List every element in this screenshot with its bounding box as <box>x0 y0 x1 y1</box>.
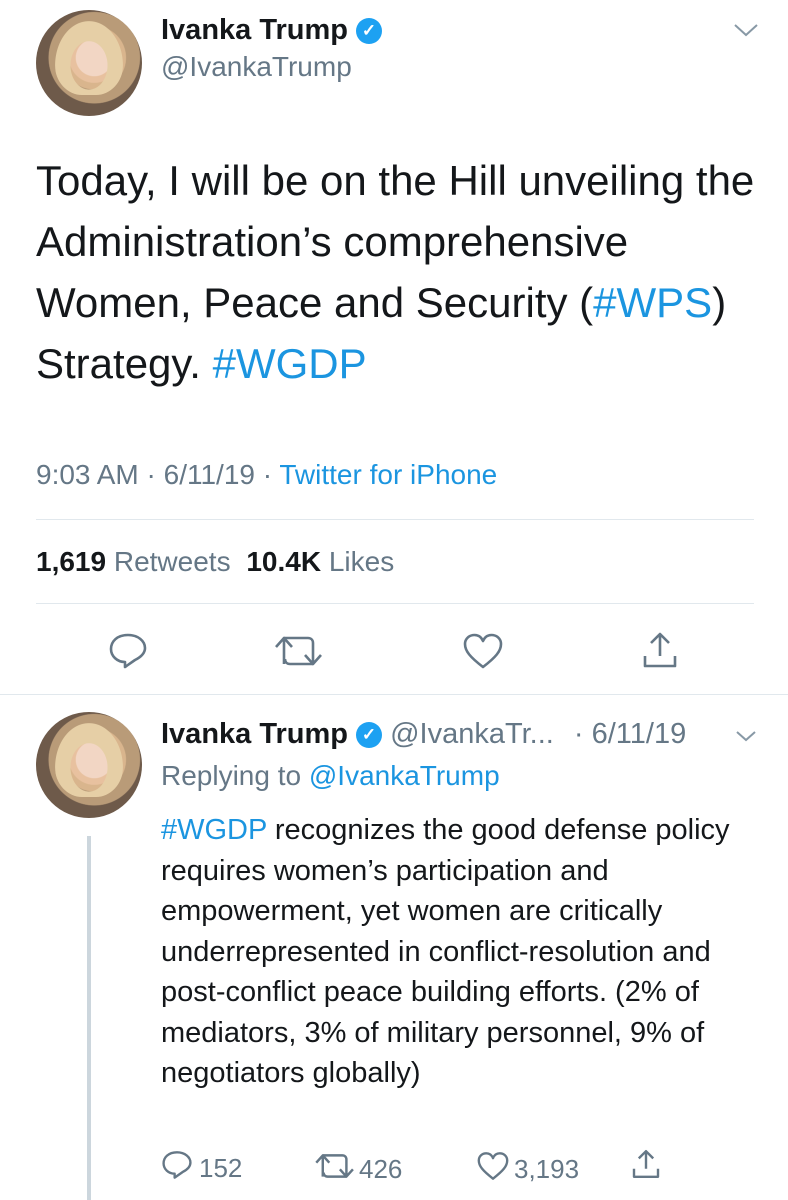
like-icon[interactable] <box>462 632 504 670</box>
likes-label: Likes <box>328 546 395 577</box>
tweet-time: 9:03 AM <box>36 459 139 490</box>
divider <box>36 519 754 520</box>
handle[interactable]: @IvankaTrump <box>161 50 352 84</box>
likes-count: 10.4K <box>246 546 322 577</box>
reply-date: · 6/11/19 <box>573 718 687 750</box>
avatar[interactable] <box>36 10 142 116</box>
timestamp-row: 9:03 AM · 6/11/19 · Twitter for iPhone <box>36 456 497 494</box>
separator: · <box>262 459 273 490</box>
verified-icon: ✓ <box>356 722 383 749</box>
replying-handle[interactable]: @IvankaTrump <box>309 760 500 791</box>
thread-line <box>87 836 91 1200</box>
hashtag-wgdp[interactable]: #WGDP <box>161 814 267 846</box>
reply-count: 152 <box>199 1153 243 1183</box>
chevron-down-icon[interactable] <box>735 729 757 743</box>
share-icon[interactable] <box>630 1147 662 1186</box>
reply-action-like[interactable]: 3,193 <box>476 1151 579 1188</box>
retweet-count: 426 <box>359 1154 403 1184</box>
reply-header: Ivanka Trump ✓ @IvankaTr... · 6/11/19 <box>161 715 686 753</box>
likes-stat[interactable]: 10.4K Likes <box>246 546 394 577</box>
reply-body: recognizes the good defense policy requi… <box>161 814 730 1089</box>
chevron-down-icon[interactable] <box>733 22 759 38</box>
reply-icon <box>161 1150 193 1187</box>
retweets-label: Retweets <box>113 546 231 577</box>
reply-text: #WGDP recognizes the good defense policy… <box>161 810 761 1094</box>
reply-avatar[interactable] <box>36 712 142 818</box>
tweet-author[interactable]: Ivanka Trump ✓ <box>161 12 383 48</box>
share-icon[interactable] <box>640 630 680 670</box>
like-count: 3,193 <box>514 1154 580 1184</box>
reply-icon[interactable] <box>108 632 148 670</box>
like-icon <box>476 1151 510 1188</box>
separator: · <box>146 459 156 490</box>
retweets-count: 1,619 <box>36 546 107 577</box>
section-divider <box>0 694 788 695</box>
reply-display-name[interactable]: Ivanka Trump <box>161 718 348 750</box>
reply-action-retweet[interactable]: 426 <box>313 1152 402 1187</box>
replying-label: Replying to <box>161 760 302 791</box>
divider <box>36 603 754 604</box>
hashtag-wps[interactable]: #WPS <box>593 279 712 326</box>
display-name[interactable]: Ivanka Trump <box>161 14 348 46</box>
verified-icon: ✓ <box>356 18 383 45</box>
tweet-text: Today, I will be on the Hill unveiling t… <box>36 150 756 394</box>
retweet-icon <box>313 1152 357 1187</box>
stats-row: 1,619 Retweets 10.4K Likes <box>36 543 394 581</box>
tweet-date: 6/11/19 <box>163 459 255 490</box>
retweet-icon[interactable] <box>272 634 326 668</box>
reply-handle[interactable]: @IvankaTr... <box>390 718 554 750</box>
tweet-source[interactable]: Twitter for iPhone <box>279 459 497 490</box>
reply-action-reply[interactable]: 152 <box>161 1150 242 1187</box>
retweets-stat[interactable]: 1,619 Retweets <box>36 546 231 577</box>
replying-to: Replying to @IvankaTrump <box>161 757 500 795</box>
hashtag-wgdp[interactable]: #WGDP <box>213 340 367 387</box>
